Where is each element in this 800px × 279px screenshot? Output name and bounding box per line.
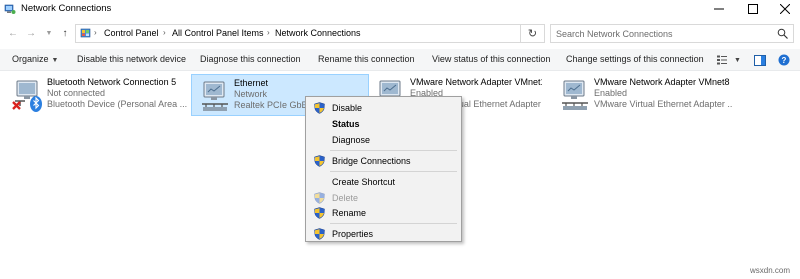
breadcrumb-separator: › <box>163 28 166 37</box>
watermark-text: wsxdn.com <box>750 266 791 275</box>
menu-item-label: Rename <box>332 208 367 218</box>
menu-item-create-shortcut[interactable]: Create Shortcut <box>306 174 461 190</box>
menu-separator <box>330 150 457 151</box>
change-view-button[interactable] <box>716 52 728 68</box>
breadcrumb-separator: › <box>267 28 270 37</box>
shield-icon <box>314 207 325 219</box>
minimize-button[interactable] <box>704 0 734 18</box>
search-icon <box>777 28 788 39</box>
connection-name: Ethernet <box>234 78 269 88</box>
window-title: Network Connections <box>21 3 112 14</box>
change-settings-button[interactable]: Change settings of this connection <box>566 54 704 64</box>
menu-item-properties[interactable]: Properties <box>306 226 461 242</box>
breadcrumb-all-items[interactable]: All Control Panel Items <box>172 28 264 38</box>
context-menu: Disable Status Diagnose Bridge Connectio… <box>305 96 462 242</box>
chevron-down-icon: ▼ <box>734 56 741 64</box>
chevron-down-icon: ▼ <box>45 29 53 37</box>
organize-button[interactable]: Organize ▼ <box>12 54 58 64</box>
chevron-down-icon: ▼ <box>51 57 59 64</box>
connection-item-bluetooth[interactable]: Bluetooth Network Connection 5 Not conne… <box>5 74 191 116</box>
search-input[interactable] <box>556 27 766 40</box>
forward-button[interactable]: → <box>24 25 38 41</box>
menu-item-label: Disable <box>332 103 363 113</box>
connection-device: Bluetooth Device (Personal Area ... <box>47 99 188 109</box>
menu-item-label: Delete <box>332 193 359 203</box>
address-row: ← → ▼ ↑ › Control Panel › All Control Pa… <box>0 22 800 44</box>
svg-text:?: ? <box>782 56 787 65</box>
shield-icon <box>314 102 325 114</box>
shield-icon <box>314 155 325 167</box>
menu-item-disable[interactable]: Disable <box>306 100 461 116</box>
preview-pane-button[interactable] <box>754 52 766 68</box>
connection-item-vmnet8[interactable]: VMware Network Adapter VMnet8 Enabled VM… <box>552 74 738 116</box>
back-button[interactable]: ← <box>6 25 20 41</box>
disable-device-button[interactable]: Disable this network device <box>77 54 186 64</box>
help-icon: ? <box>778 54 790 66</box>
close-icon <box>780 4 790 14</box>
connection-name: VMware Network Adapter VMnet8 <box>594 77 730 87</box>
organize-label: Organize <box>12 54 49 64</box>
refresh-button[interactable]: ↻ <box>521 24 545 43</box>
connection-status: Not connected <box>47 88 106 98</box>
network-connections-icon <box>4 4 16 14</box>
menu-item-label: Bridge Connections <box>332 156 411 166</box>
menu-item-status[interactable]: Status <box>306 116 461 132</box>
help-button[interactable]: ? <box>778 52 790 68</box>
menu-separator <box>330 223 457 224</box>
connection-status: Enabled <box>594 88 628 98</box>
menu-item-label: Status <box>332 119 360 129</box>
maximize-button[interactable] <box>738 0 768 18</box>
menu-item-label: Properties <box>332 229 374 239</box>
vmware-adapter-icon <box>562 80 588 110</box>
recent-locations-button[interactable]: ▼ <box>42 25 56 41</box>
view-options-icon <box>717 55 727 65</box>
menu-item-rename[interactable]: Rename <box>306 205 461 221</box>
menu-item-delete: Delete <box>306 190 461 206</box>
refresh-icon: ↻ <box>527 28 538 40</box>
search-box[interactable] <box>550 24 794 43</box>
connection-device: VMware Virtual Ethernet Adapter ... <box>594 99 732 109</box>
up-button[interactable]: ↑ <box>58 25 72 41</box>
connection-name: Bluetooth Network Connection 5 <box>47 77 177 87</box>
menu-item-label: Create Shortcut <box>332 177 396 187</box>
rename-connection-button[interactable]: Rename this connection <box>318 54 415 64</box>
connection-status: Network <box>234 89 268 99</box>
menu-item-diagnose[interactable]: Diagnose <box>306 132 461 148</box>
arrow-right-icon: → <box>26 27 36 39</box>
control-panel-icon <box>80 28 91 38</box>
menu-separator <box>330 171 457 172</box>
menu-item-bridge-connections[interactable]: Bridge Connections <box>306 153 461 169</box>
ethernet-adapter-icon <box>202 81 228 111</box>
breadcrumb-separator: › <box>94 28 97 37</box>
breadcrumb-network-connections[interactable]: Network Connections <box>275 28 361 38</box>
close-button[interactable] <box>770 0 800 18</box>
preview-pane-icon <box>754 54 766 66</box>
view-status-button[interactable]: View status of this connection <box>432 54 550 64</box>
menu-item-label: Diagnose <box>332 135 371 145</box>
shield-icon <box>314 228 325 240</box>
address-bar[interactable]: › Control Panel › All Control Panel Item… <box>75 24 589 44</box>
more-options-button[interactable]: ▼ <box>734 52 741 68</box>
breadcrumb-control-panel[interactable]: Control Panel <box>104 28 159 38</box>
diagnose-connection-button[interactable]: Diagnose this connection <box>200 54 301 64</box>
arrow-up-icon: ↑ <box>62 27 68 39</box>
arrow-left-icon: ← <box>8 27 18 39</box>
bluetooth-adapter-icon <box>12 80 42 112</box>
title-bar: Network Connections <box>0 0 800 18</box>
maximize-icon <box>748 4 758 14</box>
connection-name: VMware Network Adapter VMnet1 <box>410 77 542 87</box>
command-bar: Organize ▼ Disable this network device Di… <box>0 49 800 71</box>
shield-icon <box>314 192 325 204</box>
minimize-icon <box>714 8 724 10</box>
